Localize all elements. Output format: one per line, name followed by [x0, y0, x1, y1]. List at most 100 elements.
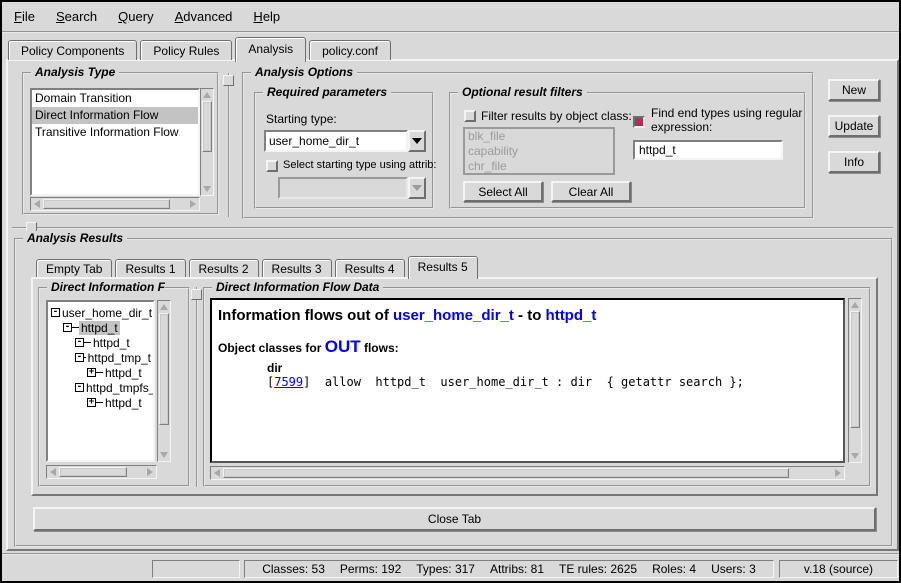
scroll-down-icon[interactable] — [158, 449, 170, 461]
close-tab-button[interactable]: Close Tab — [33, 507, 876, 531]
analysis-type-item-selected[interactable]: Direct Information Flow — [32, 107, 198, 124]
tree-node: -httpd_tmp_t — [48, 350, 153, 365]
scroll-up-icon[interactable] — [849, 299, 861, 311]
collapse-icon[interactable]: - — [63, 323, 72, 332]
regex-checkbox-label[interactable]: expression: — [651, 120, 712, 134]
tree-node-label[interactable]: httpd_t — [103, 396, 144, 410]
object-class-checkbox-label[interactable]: Filter results by object class: — [481, 109, 632, 123]
tree-node-label[interactable]: user_home_dir_t — [60, 306, 154, 320]
scroll-right-icon[interactable] — [187, 198, 199, 210]
options-pane-sash[interactable] — [228, 73, 230, 217]
attrib-checkbox[interactable] — [266, 160, 278, 172]
tab-policy-conf[interactable]: policy.conf — [309, 40, 391, 60]
tree-node-label[interactable]: httpd_t — [91, 336, 132, 350]
tree-data-sash-handle[interactable] — [191, 289, 202, 300]
stat-types: Types: 317 — [416, 562, 475, 576]
flow-data-title: Direct Information Flow Data — [212, 280, 383, 294]
object-class-checkbox[interactable] — [464, 110, 476, 122]
status-bar: Classes: 53 Perms: 192 Types: 317 Attrib… — [2, 553, 899, 581]
scroll-down-icon[interactable] — [201, 183, 213, 195]
tab-analysis[interactable]: Analysis — [235, 37, 306, 62]
tree-node-label[interactable]: httpd_tmpfs_ — [84, 381, 155, 395]
analysis-type-hscrollbar[interactable] — [30, 197, 200, 211]
tree-vscrollbar[interactable] — [157, 300, 171, 462]
regex-checkbox[interactable] — [633, 116, 645, 128]
rule-number-link[interactable]: 7599 — [274, 375, 303, 389]
flow-target-type: httpd_t — [546, 307, 597, 324]
clear-all-button[interactable]: Clear All — [551, 181, 631, 202]
data-hscrollbar[interactable] — [210, 466, 845, 480]
scroll-right-icon[interactable] — [832, 467, 844, 479]
collapse-icon[interactable]: - — [75, 383, 84, 392]
stat-classes: Classes: 53 — [262, 562, 325, 576]
stat-attribs: Attribs: 81 — [490, 562, 544, 576]
tree-node-label[interactable]: httpd_t — [103, 366, 144, 380]
policy-version-box: v.18 (source) — [779, 560, 898, 578]
scroll-right-icon[interactable] — [144, 466, 156, 478]
tree-hscrollbar[interactable] — [46, 465, 157, 479]
menu-bar: File Search Query Advanced Help — [2, 2, 899, 33]
object-class-item: chr_file — [465, 159, 613, 174]
tab-policy-components[interactable]: Policy Components — [8, 40, 137, 60]
expand-icon[interactable]: + — [87, 368, 96, 377]
object-class-item: blk_file — [465, 129, 613, 144]
starting-type-value[interactable] — [264, 130, 408, 152]
new-button[interactable]: New — [828, 79, 880, 101]
results-pane-sash[interactable] — [12, 227, 893, 229]
collapse-icon[interactable]: - — [75, 353, 84, 362]
tab-label: Results 1 — [125, 262, 175, 276]
scroll-left-icon[interactable] — [211, 467, 223, 479]
scroll-up-icon[interactable] — [158, 301, 170, 313]
options-sash-handle[interactable] — [223, 75, 234, 86]
tab-results-4[interactable]: Results 4 — [335, 259, 405, 277]
tab-results-2[interactable]: Results 2 — [189, 259, 259, 277]
button-label: Close Tab — [428, 512, 481, 526]
menu-file[interactable]: File — [14, 9, 35, 24]
collapse-icon[interactable]: - — [51, 308, 60, 317]
combobox-dropdown-icon[interactable] — [408, 130, 426, 152]
tab-results-3[interactable]: Results 3 — [262, 259, 332, 277]
app-window: File Search Query Advanced Help Policy C… — [0, 0, 901, 583]
scroll-up-icon[interactable] — [201, 89, 213, 101]
attrib-checkbox-label[interactable]: Select starting type using attrib: — [283, 159, 436, 171]
analysis-type-item[interactable]: Domain Transition — [32, 90, 198, 107]
data-vscrollbar[interactable] — [848, 298, 862, 463]
flow-tree-title: Direct Information Flow T — [47, 280, 165, 294]
tab-label: Analysis — [248, 42, 293, 56]
tree-node-label[interactable]: httpd_tmp_t — [86, 351, 153, 365]
flow-data-text[interactable]: Information flows out of user_home_dir_t… — [210, 298, 845, 463]
analysis-type-vscrollbar[interactable] — [200, 88, 214, 196]
regex-input[interactable] — [633, 140, 783, 160]
tree-node: -httpd_tmpfs_ — [48, 380, 153, 395]
regex-checkbox-label[interactable]: Find end types using regular — [651, 106, 802, 120]
menu-query[interactable]: Query — [118, 9, 153, 24]
flow-header: Information flows out of user_home_dir_t… — [218, 307, 837, 324]
button-label: Clear All — [569, 185, 614, 199]
flow-tree-frame: Direct Information Flow T -user_home_dir… — [38, 287, 190, 487]
tab-policy-rules[interactable]: Policy Rules — [140, 40, 232, 60]
tree-data-sash[interactable] — [196, 287, 198, 487]
scroll-down-icon[interactable] — [849, 450, 861, 462]
scroll-left-icon[interactable] — [31, 198, 43, 210]
analysis-type-item[interactable]: Transitive Information Flow — [32, 124, 198, 141]
tab-empty[interactable]: Empty Tab — [36, 259, 112, 277]
object-class-listbox: blk_file capability chr_file — [463, 127, 615, 175]
tree-node: + httpd_t — [48, 395, 153, 410]
tab-results-5[interactable]: Results 5 — [408, 256, 478, 279]
collapse-icon[interactable]: - — [75, 338, 84, 347]
info-button[interactable]: Info — [828, 151, 880, 173]
expand-icon[interactable]: + — [87, 398, 96, 407]
allow-rule-line: [7599] allow httpd_t user_home_dir_t : d… — [218, 375, 837, 389]
tab-results-1[interactable]: Results 1 — [115, 259, 185, 277]
tab-label: Policy Rules — [153, 44, 219, 58]
menu-search[interactable]: Search — [56, 9, 97, 24]
starting-type-combobox[interactable] — [264, 130, 426, 152]
menu-advanced[interactable]: Advanced — [175, 9, 233, 24]
tree-node-label-selected[interactable]: httpd_t — [79, 321, 120, 335]
update-button[interactable]: Update — [828, 115, 880, 137]
select-all-button[interactable]: Select All — [463, 181, 543, 202]
analysis-options-frame: Analysis Options Required parameters Sta… — [242, 72, 814, 219]
analysis-type-listbox: Domain Transition Direct Information Flo… — [30, 88, 200, 196]
scroll-left-icon[interactable] — [47, 466, 59, 478]
menu-help[interactable]: Help — [253, 9, 280, 24]
